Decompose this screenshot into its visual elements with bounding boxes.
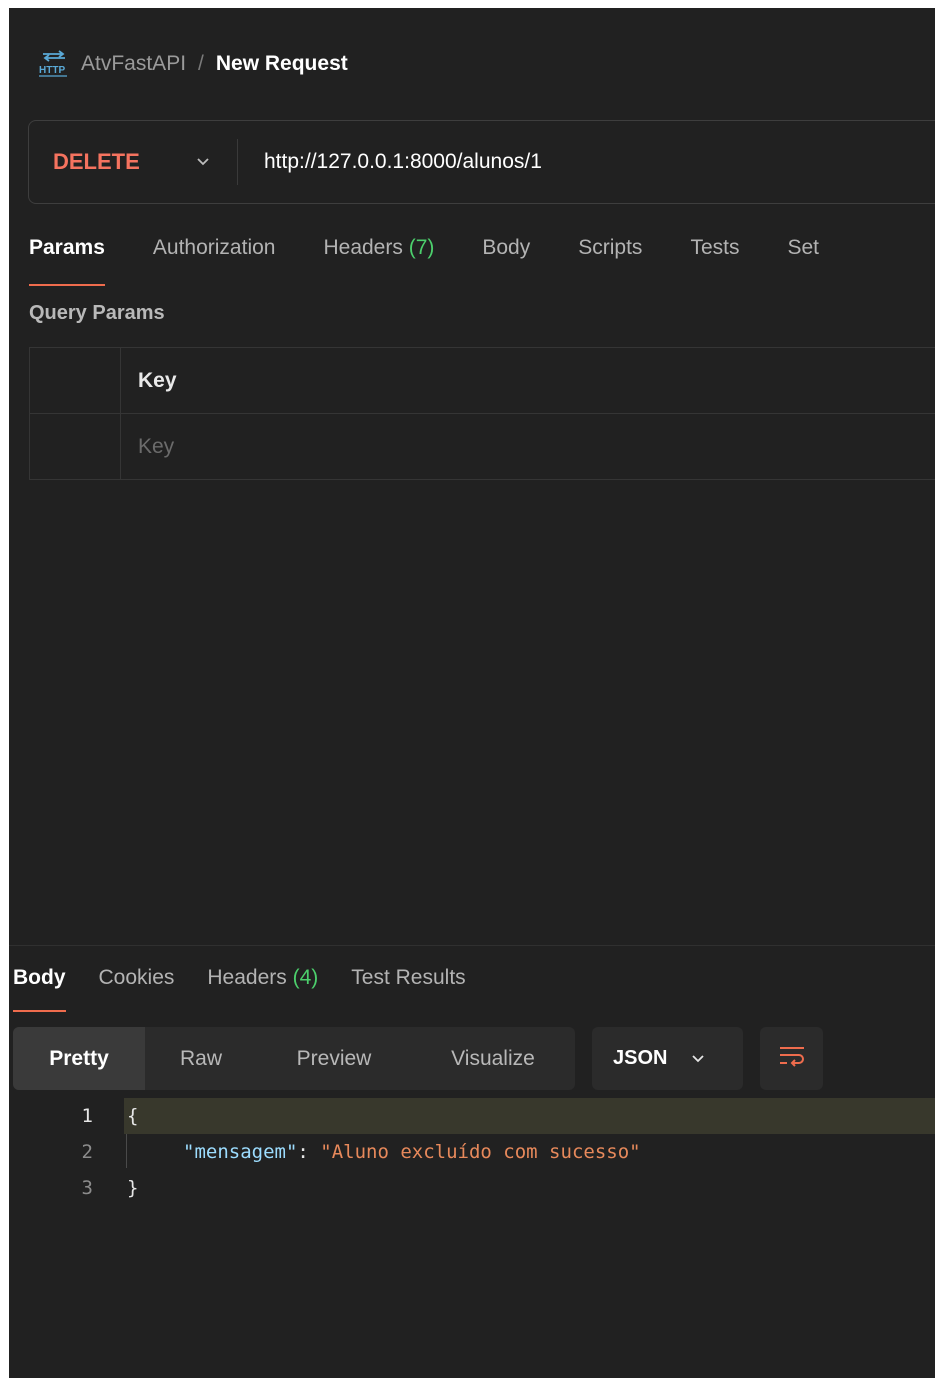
json-close-brace: }: [127, 1177, 139, 1199]
tab-authorization[interactable]: Authorization: [153, 230, 276, 286]
tab-tests-label: Tests: [690, 236, 740, 259]
tab-settings-label: Set: [787, 236, 819, 259]
tab-scripts-label: Scripts: [578, 236, 643, 259]
breadcrumb-collection[interactable]: AtvFastAPI: [81, 52, 186, 76]
json-value: "Aluno excluído com sucesso": [320, 1141, 641, 1163]
tab-settings[interactable]: Set: [787, 230, 819, 286]
tab-response-body-label: Body: [13, 966, 66, 989]
row-checkbox-cell[interactable]: [30, 414, 121, 480]
view-preview-button[interactable]: Preview: [257, 1027, 411, 1090]
json-colon: :: [297, 1141, 321, 1163]
url-bar: DELETE http://127.0.0.1:8000/alunos/1: [28, 120, 935, 204]
breadcrumb-separator: /: [198, 52, 204, 75]
chevron-down-icon[interactable]: [189, 148, 217, 176]
tab-body[interactable]: Body: [482, 230, 530, 286]
view-raw-button[interactable]: Raw: [145, 1027, 257, 1090]
chevron-down-icon: [691, 1054, 705, 1064]
line-number: 1: [81, 1105, 93, 1127]
response-body-viewer[interactable]: 1 { 2 "mensagem": "Aluno excluído com su…: [9, 1098, 935, 1206]
line-number: 2: [81, 1141, 93, 1163]
request-name[interactable]: New Request: [216, 52, 348, 76]
response-tabs: Body Cookies Headers (4) Test Results: [13, 960, 499, 1012]
format-select[interactable]: JSON: [592, 1027, 743, 1090]
url-divider: [237, 139, 238, 185]
response-divider[interactable]: [9, 945, 935, 946]
format-select-label: JSON: [613, 1047, 668, 1069]
tab-headers[interactable]: Headers (7): [323, 230, 434, 286]
view-mode-selector: Pretty Raw Preview Visualize: [13, 1027, 575, 1090]
json-open-brace: {: [127, 1105, 139, 1127]
tab-authorization-label: Authorization: [152, 236, 276, 259]
tab-response-headers-label: Headers: [207, 966, 287, 989]
method-select[interactable]: DELETE: [53, 149, 173, 175]
http-icon: HTTP: [37, 49, 71, 79]
table-header-row: Key: [30, 348, 935, 414]
json-key: "mensagem": [183, 1141, 298, 1163]
line-number: 3: [81, 1177, 93, 1199]
tab-headers-label: Headers: [323, 236, 403, 259]
query-params-table: Key Key: [29, 347, 935, 480]
headers-count-badge: (7): [408, 236, 435, 259]
response-headers-count-badge: (4): [292, 966, 319, 989]
tab-response-body[interactable]: Body: [13, 960, 66, 1012]
tab-params-label: Params: [29, 236, 105, 259]
tab-params[interactable]: Params: [29, 230, 105, 286]
query-params-title: Query Params: [29, 302, 165, 324]
tab-cookies-label: Cookies: [98, 966, 175, 989]
code-line: 1 {: [82, 1098, 935, 1134]
code-line: 3 }: [9, 1170, 935, 1206]
table-row: Key: [30, 414, 935, 480]
checkbox-column: [30, 348, 121, 413]
url-input[interactable]: http://127.0.0.1:8000/alunos/1: [264, 150, 542, 174]
json-entry: "mensagem": "Aluno excluído com sucesso": [183, 1134, 641, 1170]
tab-body-label: Body: [482, 236, 531, 259]
svg-text:HTTP: HTTP: [39, 65, 65, 76]
tab-cookies[interactable]: Cookies: [99, 960, 175, 1012]
wrap-lines-button[interactable]: [760, 1027, 823, 1090]
view-visualize-button[interactable]: Visualize: [411, 1027, 575, 1090]
key-input[interactable]: Key: [138, 435, 174, 459]
column-key-header: Key: [138, 369, 177, 392]
tab-test-results-label: Test Results: [351, 966, 466, 989]
code-line: 2 "mensagem": "Aluno excluído com sucess…: [9, 1134, 935, 1170]
request-tabs: Params Authorization Headers (7) Body Sc…: [29, 230, 867, 286]
view-pretty-button[interactable]: Pretty: [13, 1027, 145, 1090]
tab-response-headers[interactable]: Headers (4): [207, 960, 318, 1012]
postman-window: HTTP AtvFastAPI / New Request DELETE htt…: [9, 8, 935, 1378]
breadcrumb: HTTP AtvFastAPI / New Request: [37, 44, 348, 84]
wrap-lines-icon: [777, 1044, 807, 1073]
tab-scripts[interactable]: Scripts: [578, 230, 642, 286]
tab-test-results[interactable]: Test Results: [351, 960, 465, 1012]
tab-tests[interactable]: Tests: [690, 230, 739, 286]
